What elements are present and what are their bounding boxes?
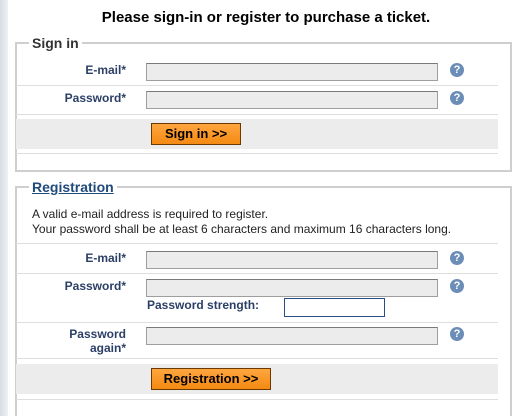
registration-info-line: A valid e-mail address is required to re… — [32, 207, 269, 221]
signin-password-label: Password* — [64, 91, 126, 105]
page-headline: Please sign-in or register to purchase a… — [101, 9, 431, 26]
question-mark-icon[interactable]: ? — [450, 63, 464, 77]
question-mark-icon[interactable]: ? — [450, 279, 464, 293]
password-again-field[interactable] — [146, 327, 438, 345]
question-mark-icon[interactable]: ? — [450, 327, 464, 341]
question-mark-icon[interactable]: ? — [450, 251, 464, 265]
left-edge-strip — [0, 0, 8, 416]
password-strength-label: Password strength: — [147, 298, 260, 312]
registration-email-label: E-mail* — [85, 251, 126, 265]
registration-password-label: Password* — [64, 279, 126, 293]
signin-email-field[interactable] — [146, 63, 438, 81]
password-again-label-line: again* — [89, 341, 126, 355]
row-divider — [16, 243, 498, 244]
row-divider — [16, 85, 498, 86]
registration-email-field[interactable] — [146, 251, 438, 269]
row-divider — [16, 114, 498, 115]
signin-legend: Sign in — [29, 35, 82, 51]
registration-password-field[interactable] — [146, 279, 438, 297]
password-again-label: Password again* — [40, 327, 126, 355]
registration-button[interactable]: Registration >> — [151, 368, 271, 390]
row-divider — [16, 273, 498, 274]
registration-legend[interactable]: Registration — [29, 179, 117, 195]
row-divider — [16, 322, 498, 323]
registration-info: A valid e-mail address is required to re… — [32, 207, 451, 237]
signin-button-bar — [16, 119, 498, 149]
registration-info-line: Your password shall be at least 6 charac… — [32, 222, 452, 236]
sign-in-button[interactable]: Sign in >> — [151, 123, 241, 145]
password-strength-meter — [284, 298, 385, 317]
row-divider — [16, 153, 498, 154]
password-again-label-line: Password — [69, 327, 126, 341]
row-divider — [16, 358, 498, 359]
signin-email-label: E-mail* — [85, 63, 126, 77]
row-divider — [16, 399, 498, 400]
signin-password-field[interactable] — [146, 91, 438, 109]
question-mark-icon[interactable]: ? — [450, 91, 464, 105]
